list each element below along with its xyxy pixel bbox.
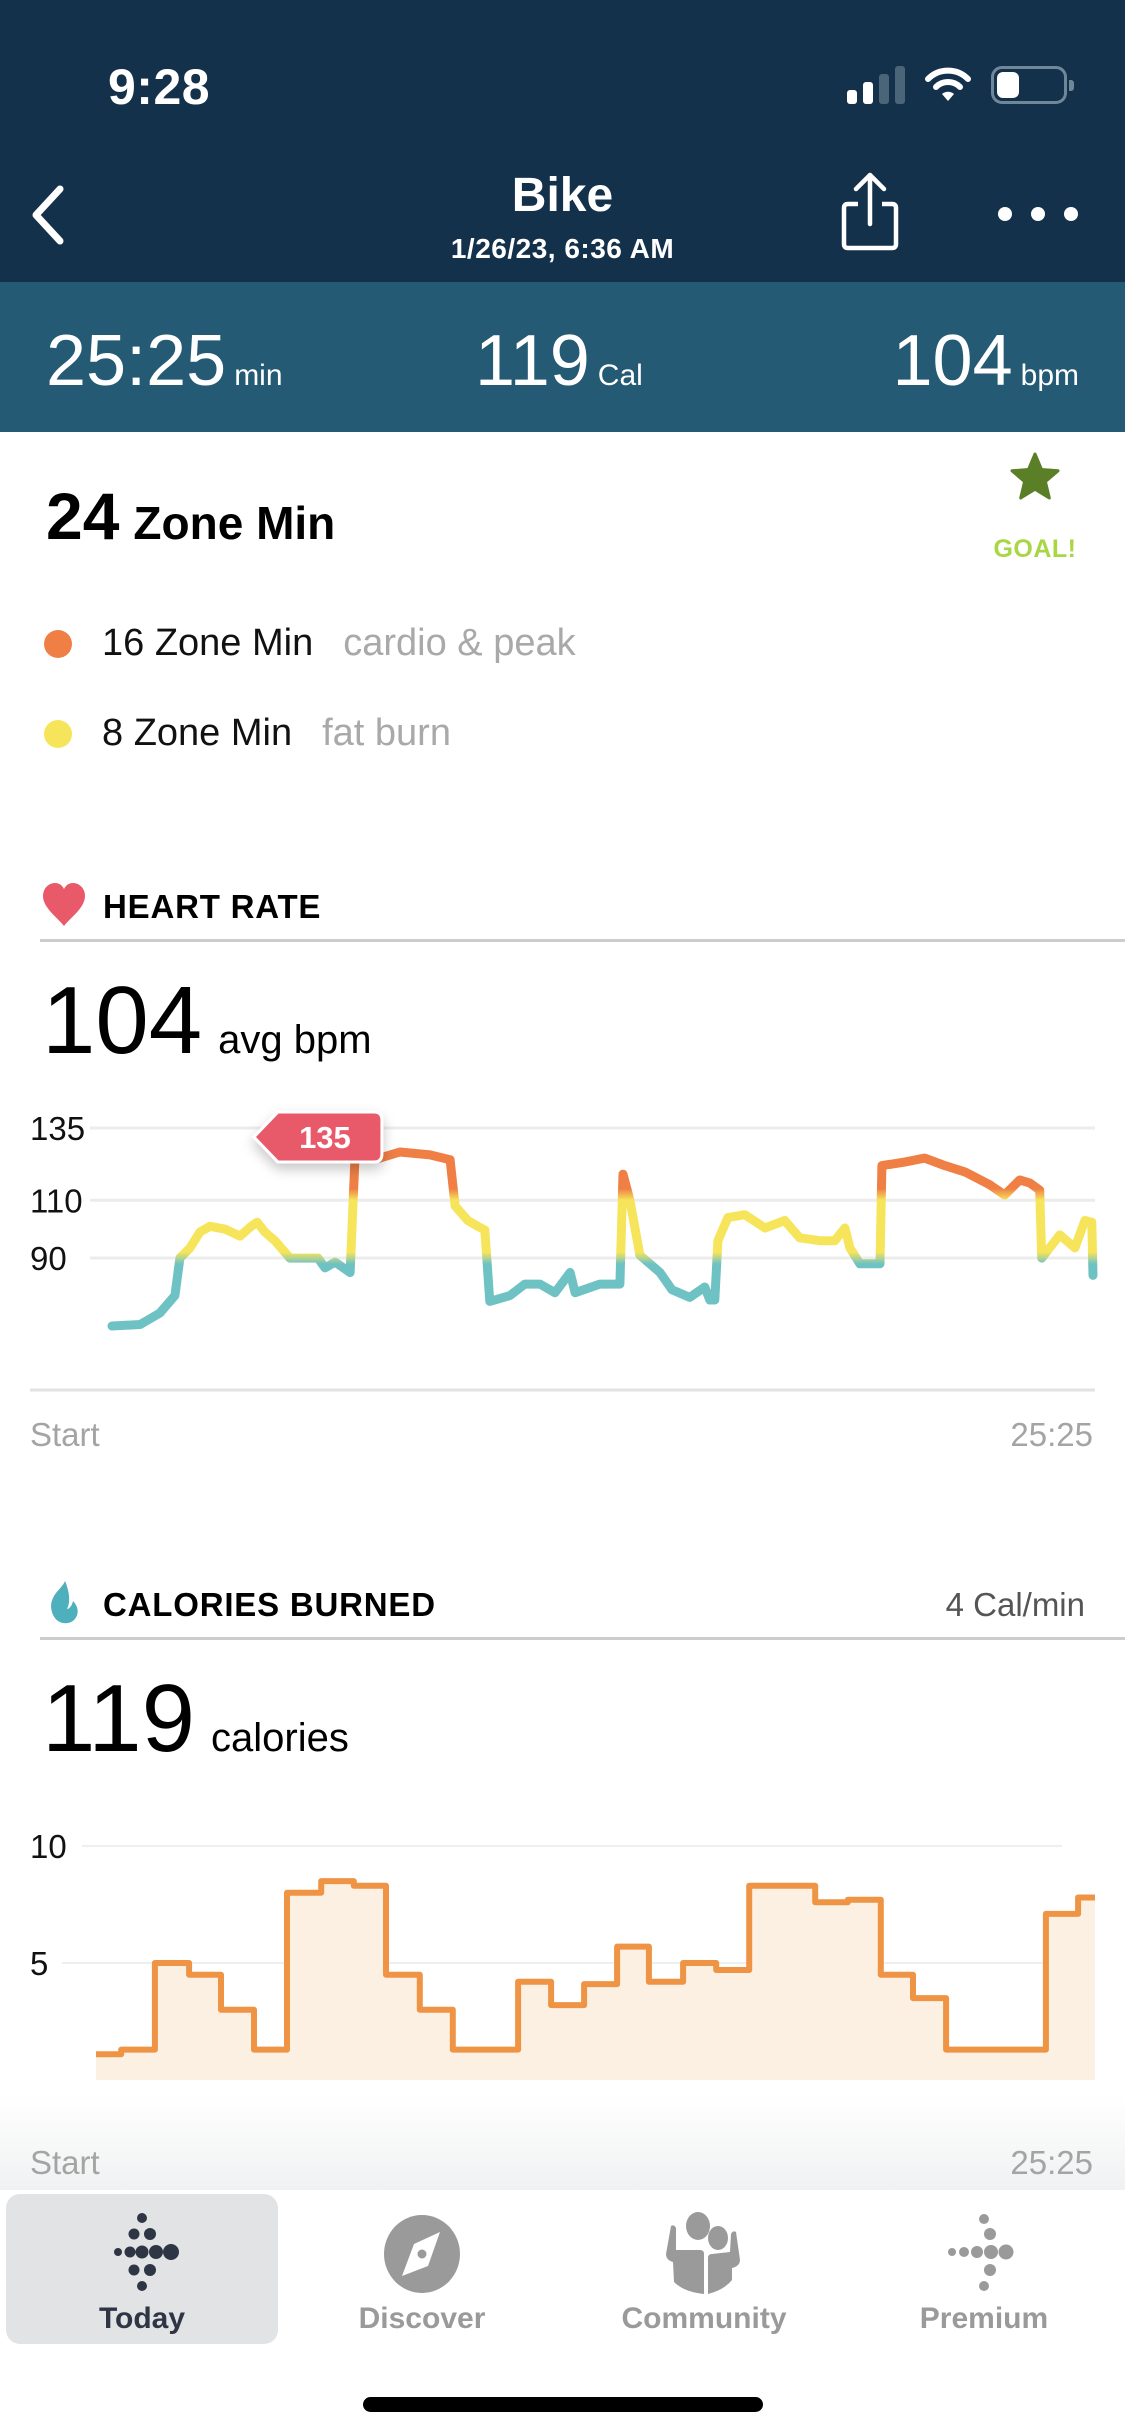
calories-stat: 119 Cal bbox=[475, 320, 643, 402]
zone-row-desc: cardio & peak bbox=[343, 622, 576, 664]
fat-burn-dot bbox=[44, 719, 72, 748]
calories-unit: Cal bbox=[597, 359, 643, 392]
avg-bpm-unit: avg bpm bbox=[218, 1018, 372, 1062]
zone-row-fat-burn: 8 Zone Min fat burn bbox=[44, 712, 451, 755]
tab-label: Premium bbox=[919, 2302, 1049, 2335]
heart-rate-section-header: HEART RATE bbox=[40, 872, 1125, 942]
tab-label: Discover bbox=[358, 2302, 486, 2335]
battery-icon bbox=[991, 66, 1074, 104]
calories-total: 119 calories bbox=[42, 1664, 349, 1774]
more-horizontal-icon bbox=[998, 207, 1012, 221]
tab-label: Today bbox=[98, 2302, 186, 2335]
star-icon bbox=[1010, 452, 1060, 500]
calories-rate: 4 Cal/min bbox=[945, 1586, 1085, 1623]
more-options-button[interactable] bbox=[998, 196, 1078, 232]
calories-total-unit: calories bbox=[211, 1716, 349, 1760]
tab-today[interactable]: Today bbox=[6, 2194, 278, 2344]
status-icons bbox=[847, 66, 1074, 104]
wifi-icon bbox=[925, 67, 971, 101]
duration-value: 25:25 bbox=[46, 321, 227, 401]
calories-section-header: CALORIES BURNED 4 Cal/min bbox=[40, 1570, 1125, 1640]
cellular-signal-icon bbox=[847, 66, 905, 104]
status-time: 9:28 bbox=[108, 59, 211, 115]
share-icon bbox=[841, 172, 899, 251]
peak-tooltip-label: 135 bbox=[299, 1120, 351, 1155]
y-tick-label: 135 bbox=[30, 1110, 85, 1147]
cardio-peak-dot bbox=[44, 629, 72, 658]
heart-rate-series-line bbox=[107, 1147, 1098, 1331]
peak-tooltip: 135 bbox=[251, 1110, 384, 1164]
heart-rate-chart-svg: 135 110 90 135 Start 25:25 bbox=[30, 1110, 1098, 1450]
tab-discover[interactable]: Discover bbox=[286, 2194, 558, 2344]
avg-bpm-value: 104 bbox=[42, 967, 203, 1074]
community-icon bbox=[666, 2212, 740, 2294]
y-tick-label: 5 bbox=[30, 1945, 48, 1982]
zone-minutes-value: 24 bbox=[46, 479, 120, 553]
share-button[interactable] bbox=[838, 172, 902, 252]
calories-value: 119 bbox=[475, 321, 590, 401]
calories-total-value: 119 bbox=[42, 1665, 196, 1772]
zone-row-value: 8 Zone Min bbox=[102, 712, 293, 754]
zone-row-cardio-peak: 16 Zone Min cardio & peak bbox=[44, 622, 576, 665]
compass-icon bbox=[384, 2215, 460, 2293]
x-tick-start: Start bbox=[30, 1416, 100, 1450]
tab-community[interactable]: Community bbox=[568, 2194, 840, 2344]
home-indicator bbox=[363, 2397, 763, 2412]
heart-rate-average: 104 avg bpm bbox=[42, 966, 372, 1076]
y-tick-label: 110 bbox=[30, 1182, 83, 1219]
tab-label: Community bbox=[621, 2302, 787, 2335]
zone-row-desc: fat burn bbox=[322, 712, 451, 754]
flame-icon bbox=[51, 1581, 78, 1624]
heart-rate-value: 104 bbox=[892, 321, 1013, 401]
zone-minutes-total: 24 Zone Min bbox=[46, 478, 335, 554]
duration-unit: min bbox=[234, 359, 283, 392]
heart-rate-chart[interactable]: 135 110 90 135 Start 25:25 bbox=[0, 1090, 1125, 1450]
calories-chart-svg: 10 5 bbox=[30, 1828, 1095, 2080]
workout-datetime: 1/26/23, 6:36 AM bbox=[450, 233, 675, 264]
heart-rate-unit: bpm bbox=[1020, 359, 1079, 392]
fitbit-dots-icon bbox=[114, 2213, 179, 2291]
page-title: Bike bbox=[511, 169, 614, 222]
premium-dots-icon bbox=[948, 2214, 1014, 2291]
heart-rate-stat: 104 bpm bbox=[893, 320, 1080, 402]
duration-stat: 25:25 min bbox=[46, 320, 283, 402]
calories-chart[interactable]: 10 5 bbox=[0, 1800, 1125, 2180]
goal-badge: GOAL! bbox=[985, 452, 1085, 564]
summary-stats-bar: 25:25 min 119 Cal 104 bpm bbox=[0, 282, 1125, 432]
x-tick-end: 25:25 bbox=[1010, 1416, 1093, 1450]
heart-rate-title: HEART RATE bbox=[103, 888, 322, 925]
zone-minutes-label: Zone Min bbox=[133, 497, 336, 549]
header: 9:28 Bike 1/26/23, 6:36 AM bbox=[0, 0, 1125, 282]
zone-row-value: 16 Zone Min bbox=[102, 622, 314, 664]
y-tick-label: 90 bbox=[30, 1240, 67, 1277]
y-tick-label: 10 bbox=[30, 1828, 67, 1865]
calories-title: CALORIES BURNED bbox=[103, 1586, 436, 1623]
goal-label: GOAL! bbox=[993, 535, 1077, 563]
heart-icon bbox=[43, 883, 85, 926]
tab-premium[interactable]: Premium bbox=[848, 2194, 1120, 2344]
